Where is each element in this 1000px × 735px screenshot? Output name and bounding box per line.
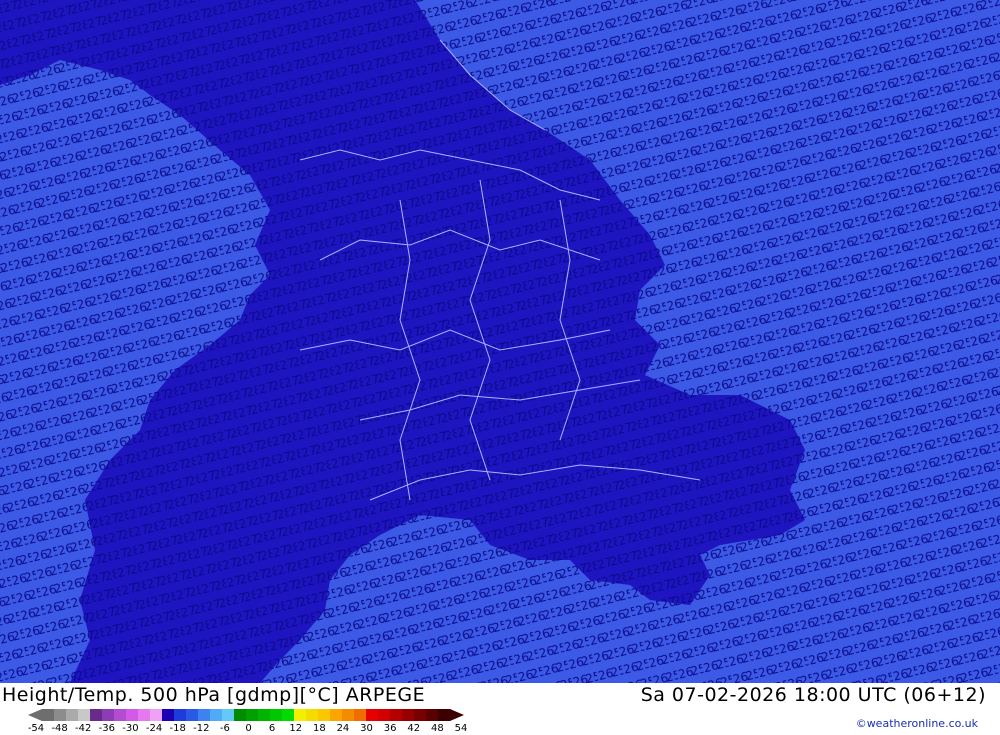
scale-tick-label: 30	[360, 723, 373, 734]
scale-swatch	[390, 709, 403, 721]
credit-link[interactable]: ©weatheronline.co.uk	[856, 717, 978, 730]
scale-swatch	[42, 709, 55, 721]
scale-swatch	[210, 709, 223, 721]
scale-tick-label: -48	[51, 723, 68, 734]
scale-tick-label: -18	[169, 723, 186, 734]
weather-map: 26 25 27 28	[0, 0, 1000, 683]
scale-swatch	[366, 709, 379, 721]
scale-tick-label: 6	[268, 723, 276, 734]
map-title: Height/Temp. 500 hPa [gdmp][°C] ARPEGE	[2, 684, 426, 706]
scale-tick-label: 12	[289, 723, 303, 734]
scale-swatch	[186, 709, 199, 721]
scale-tick-label: -42	[75, 723, 92, 734]
scale-swatch	[342, 709, 355, 721]
scale-tick-label: 24	[336, 723, 350, 734]
scale-tick-label: -24	[145, 723, 163, 734]
scale-tick-label: -54	[27, 723, 45, 734]
scale-arrow-right	[450, 709, 464, 721]
scale-swatch	[438, 709, 451, 721]
scale-swatch	[102, 709, 115, 721]
scale-swatch	[78, 709, 91, 721]
scale-swatch	[402, 709, 415, 721]
scale-tick-label: 36	[383, 723, 397, 734]
scale-tick-label: -6	[219, 723, 230, 734]
scale-swatch	[414, 709, 427, 721]
scale-swatch	[90, 709, 103, 721]
scale-swatch	[378, 709, 391, 721]
scale-swatch	[318, 709, 331, 721]
scale-swatch	[354, 709, 367, 721]
scale-swatch	[150, 709, 163, 721]
scale-swatch	[270, 709, 283, 721]
scale-tick-label: 54	[454, 723, 468, 734]
scale-swatch	[162, 709, 175, 721]
scale-swatch	[114, 709, 127, 721]
scale-tick-label: 0	[245, 723, 252, 734]
scale-swatch	[282, 709, 295, 721]
scale-swatch	[54, 709, 67, 721]
scale-swatch	[426, 709, 439, 721]
scale-swatch	[258, 709, 271, 721]
scale-tick-label: 18	[312, 723, 326, 734]
scale-swatch	[174, 709, 187, 721]
scale-arrow-left	[28, 709, 42, 721]
scale-swatch	[294, 709, 307, 721]
scale-swatch	[138, 709, 151, 721]
color-scale-bar	[28, 709, 464, 721]
scale-tick-label: 42	[407, 723, 421, 734]
scale-swatch	[330, 709, 343, 721]
scale-swatch	[234, 709, 247, 721]
scale-swatch	[66, 709, 79, 721]
valid-time-label: Sa 07-02-2026 18:00 UTC (06+12)	[640, 684, 986, 706]
scale-tick-label: -30	[122, 723, 139, 734]
scale-tick-label: -36	[98, 723, 115, 734]
scale-swatch	[306, 709, 319, 721]
scale-swatch	[198, 709, 211, 721]
scale-swatch	[246, 709, 259, 721]
scale-tick-label: -12	[193, 723, 210, 734]
scale-swatch	[222, 709, 235, 721]
scale-tick-label: 48	[431, 723, 444, 734]
map-footer: Height/Temp. 500 hPa [gdmp][°C] ARPEGE S…	[0, 683, 1000, 734]
scale-swatch	[126, 709, 139, 721]
